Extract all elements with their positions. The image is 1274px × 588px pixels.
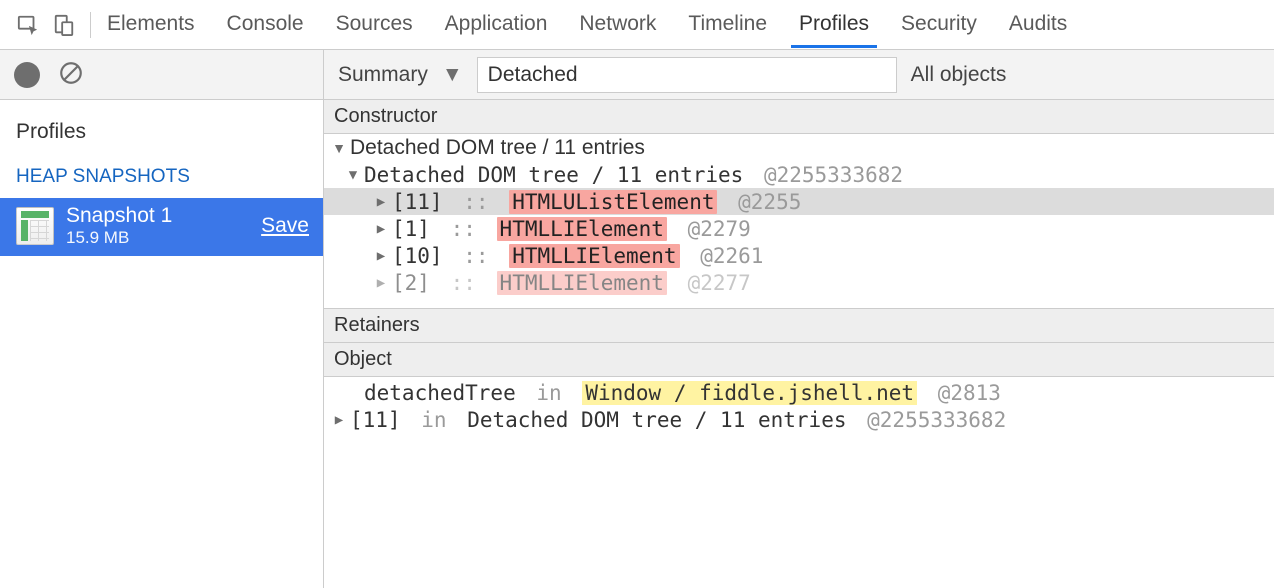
- tab-sources[interactable]: Sources: [334, 2, 415, 47]
- retainers-header[interactable]: Retainers: [324, 308, 1274, 343]
- tree-row[interactable]: ▼ Detached DOM tree / 11 entries @225533…: [324, 161, 1274, 188]
- entry-label: Detached DOM tree / 11 entries: [364, 163, 743, 187]
- object-id: @2279: [688, 217, 751, 241]
- disclosure-triangle-icon[interactable]: ▶: [374, 275, 388, 291]
- tab-audits[interactable]: Audits: [1007, 2, 1069, 47]
- retainer-target: Window / fiddle.jshell.net: [582, 381, 917, 405]
- child-count: [1]: [392, 217, 430, 241]
- record-button[interactable]: [14, 62, 40, 88]
- tree-row[interactable]: ▶ [11] :: HTMLUListElement @2255: [324, 188, 1274, 215]
- disclosure-triangle-icon[interactable]: ▼: [332, 140, 346, 156]
- object-id: @2255333682: [764, 163, 903, 187]
- retainer-target: Detached DOM tree / 11 entries: [467, 408, 846, 432]
- constructor-header[interactable]: Constructor: [324, 100, 1274, 134]
- disclosure-triangle-icon[interactable]: ▶: [374, 221, 388, 237]
- devtools-tabstrip: Elements Console Sources Application Net…: [0, 0, 1274, 50]
- type-badge: HTMLLIElement: [497, 217, 667, 241]
- tree-row[interactable]: ▶ [10] :: HTMLLIElement @2261: [324, 242, 1274, 269]
- retainer-mid: in: [536, 381, 561, 405]
- sidebar-toolbar: [0, 50, 323, 100]
- sep: ::: [463, 190, 488, 214]
- disclosure-triangle-icon[interactable]: ▶: [332, 412, 346, 428]
- tab-application[interactable]: Application: [443, 2, 550, 47]
- profile-toolbar: Summary ▼ All objects: [324, 50, 1274, 100]
- snapshot-save-link[interactable]: Save: [261, 214, 309, 238]
- view-dropdown[interactable]: Summary: [338, 63, 428, 87]
- constructor-tree[interactable]: ▼ Detached DOM tree / 11 entries ▼ Detac…: [324, 134, 1274, 308]
- child-count: [2]: [392, 271, 430, 295]
- tab-timeline[interactable]: Timeline: [686, 2, 769, 47]
- snapshot-item[interactable]: Snapshot 1 15.9 MB Save: [0, 198, 323, 256]
- sep: ::: [451, 271, 476, 295]
- tree-row[interactable]: ▶ [1] :: HTMLLIElement @2279: [324, 215, 1274, 242]
- class-filter-input[interactable]: [477, 57, 897, 93]
- tab-profiles[interactable]: Profiles: [797, 2, 871, 47]
- type-badge: HTMLLIElement: [497, 271, 667, 295]
- object-id: @2255333682: [867, 408, 1006, 432]
- snapshot-size: 15.9 MB: [66, 228, 249, 248]
- object-id: @2813: [938, 381, 1001, 405]
- tab-network[interactable]: Network: [577, 2, 658, 47]
- inspect-icon[interactable]: [12, 9, 44, 41]
- group-label: Detached DOM tree / 11 entries: [350, 136, 645, 160]
- snapshot-icon: [16, 207, 54, 245]
- child-count: [11]: [392, 190, 443, 214]
- retainers-section: Retainers Object detachedTree in Window …: [324, 308, 1274, 433]
- device-toggle-icon[interactable]: [48, 9, 80, 41]
- retainer-row[interactable]: ▶ [11] in Detached DOM tree / 11 entries…: [324, 406, 1274, 433]
- sidebar-section-label: HEAP SNAPSHOTS: [0, 158, 323, 198]
- disclosure-triangle-icon[interactable]: ▼: [346, 167, 360, 183]
- object-id: @2261: [700, 244, 763, 268]
- profile-main: Summary ▼ All objects Constructor ▼ Deta…: [324, 50, 1274, 588]
- tree-row[interactable]: ▶ [2] :: HTMLLIElement @2277: [324, 269, 1274, 296]
- object-id: @2277: [688, 271, 751, 295]
- retainer-mid: in: [421, 408, 446, 432]
- retainer-row[interactable]: detachedTree in Window / fiddle.jshell.n…: [324, 379, 1274, 406]
- object-header[interactable]: Object: [324, 343, 1274, 377]
- tabstrip-separator: [90, 12, 91, 38]
- object-id: @2255: [738, 190, 801, 214]
- type-badge: HTMLLIElement: [509, 244, 679, 268]
- sidebar-heading: Profiles: [0, 100, 323, 158]
- sep: ::: [463, 244, 488, 268]
- group-row[interactable]: ▼ Detached DOM tree / 11 entries: [324, 134, 1274, 161]
- type-badge: HTMLUListElement: [509, 190, 717, 214]
- chevron-down-icon[interactable]: ▼: [442, 63, 463, 87]
- snapshot-name: Snapshot 1: [66, 204, 249, 228]
- scope-dropdown[interactable]: All objects: [911, 63, 1007, 87]
- child-count: [10]: [392, 244, 443, 268]
- retainers-tree[interactable]: detachedTree in Window / fiddle.jshell.n…: [324, 377, 1274, 433]
- panel-tabs: Elements Console Sources Application Net…: [105, 2, 1069, 47]
- tab-security[interactable]: Security: [899, 2, 979, 47]
- profiles-sidebar: Profiles HEAP SNAPSHOTS Snapshot 1 15.9 …: [0, 50, 324, 588]
- retainer-prefix: [11]: [350, 408, 401, 432]
- clear-icon[interactable]: [58, 60, 84, 90]
- disclosure-triangle-icon[interactable]: ▶: [374, 194, 388, 210]
- sep: ::: [451, 217, 476, 241]
- tab-elements[interactable]: Elements: [105, 2, 197, 47]
- tab-console[interactable]: Console: [225, 2, 306, 47]
- retainer-prefix: detachedTree: [364, 381, 516, 405]
- disclosure-triangle-icon[interactable]: ▶: [374, 248, 388, 264]
